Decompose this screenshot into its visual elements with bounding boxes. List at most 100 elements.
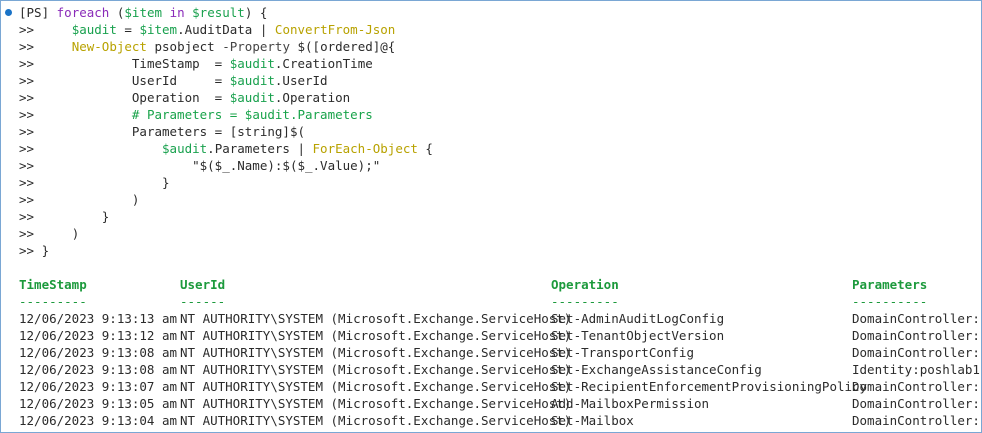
continuation-prompt: >> — [19, 107, 35, 122]
code-token: "$($_.Name):$($_.Value);" — [41, 158, 381, 173]
continuation-prompt: >> — [19, 226, 35, 241]
code-token: $([ordered]@{ — [289, 39, 396, 54]
code-token: ) { — [244, 5, 268, 20]
console-output[interactable]: [PS] foreach ($item in $result) {>> $aud… — [1, 4, 981, 432]
cell-userid: NT AUTHORITY\SYSTEM (Microsoft.Exchange.… — [180, 396, 572, 411]
continuation-prompt: >> — [19, 175, 35, 190]
code-token: } — [41, 243, 50, 258]
cell-timestamp: 12/06/2023 9:13:08 am — [19, 345, 178, 360]
script-line: >> Parameters = [string]$( — [1, 123, 981, 140]
continuation-prompt: >> — [19, 39, 35, 54]
cell-operation: Set-AdminAuditLogConfig — [551, 311, 725, 326]
code-token: $item — [124, 5, 163, 20]
continuation-prompt: >> — [19, 56, 35, 71]
cell-parameters: DomainController:; — [852, 328, 982, 343]
continuation-prompt: >> — [19, 124, 35, 139]
code-token: = — [116, 22, 140, 37]
script-line: >> New-Object psobject -Property $([orde… — [1, 38, 981, 55]
code-token: $item — [139, 22, 178, 37]
cell-userid: NT AUTHORITY\SYSTEM (Microsoft.Exchange.… — [180, 362, 572, 377]
cell-operation: Set-RecipientEnforcementProvisioningPoli… — [551, 379, 868, 394]
separator-timestamp: --------- — [19, 294, 87, 309]
code-token: .AuditData | — [177, 22, 275, 37]
cell-timestamp: 12/06/2023 9:13:08 am — [19, 362, 178, 377]
code-token: { — [417, 141, 433, 156]
code-token: .CreationTime — [274, 56, 373, 71]
code-token: } — [41, 175, 170, 190]
code-token: $audit — [71, 22, 117, 37]
cell-timestamp: 12/06/2023 9:13:13 am — [19, 311, 178, 326]
code-token: } — [41, 209, 110, 224]
cell-timestamp: 12/06/2023 9:13:05 am — [19, 396, 178, 411]
prompt-indicator-icon — [5, 9, 12, 16]
code-token: ConvertFrom-Json — [274, 22, 396, 37]
script-block: [PS] foreach ($item in $result) {>> $aud… — [1, 4, 981, 259]
script-line: >> Operation = $audit.Operation — [1, 89, 981, 106]
code-token: in — [169, 5, 185, 20]
cell-operation: Set-TenantObjectVersion — [551, 328, 725, 343]
script-line: >> } — [1, 208, 981, 225]
code-token: $audit — [162, 141, 208, 156]
table-row: 12/06/2023 9:13:04 am NT AUTHORITY\SYSTEM… — [1, 412, 981, 429]
table-row: 12/06/2023 9:13:08 am NT AUTHORITY\SYSTEM… — [1, 344, 981, 361]
script-line: >> } — [1, 242, 981, 259]
cell-timestamp: 12/06/2023 9:13:07 am — [19, 379, 178, 394]
table-header-row: TimeStamp UserId Operation Parameters — [1, 276, 981, 293]
code-token: ForEach-Object — [312, 141, 418, 156]
cell-parameters: DomainController:; — [852, 379, 982, 394]
separator-parameters: ---------- — [852, 294, 928, 309]
cell-operation: Set-Mailbox — [551, 413, 634, 428]
code-token: Parameters = [string]$( — [41, 124, 305, 139]
cell-parameters: DomainController:; — [852, 345, 982, 360]
table-row: 12/06/2023 9:13:13 am NT AUTHORITY\SYSTEM… — [1, 310, 981, 327]
continuation-prompt: >> — [19, 243, 35, 258]
script-line: [PS] foreach ($item in $result) { — [1, 4, 981, 21]
table-row: 12/06/2023 9:13:12 am NT AUTHORITY\SYSTEM… — [1, 327, 981, 344]
terminal-window: [PS] foreach ($item in $result) {>> $aud… — [0, 0, 982, 433]
cell-userid: NT AUTHORITY\SYSTEM (Microsoft.Exchange.… — [180, 311, 572, 326]
code-token: ( — [109, 5, 125, 20]
code-token: .Operation — [274, 90, 351, 105]
script-line: >> } — [1, 174, 981, 191]
cell-userid: NT AUTHORITY\SYSTEM (Microsoft.Exchange.… — [180, 379, 572, 394]
col-header-timestamp: TimeStamp — [19, 277, 87, 292]
continuation-prompt: >> — [19, 22, 35, 37]
table-row: 12/06/2023 9:13:08 am NT AUTHORITY\SYSTEM… — [1, 361, 981, 378]
col-header-userid: UserId — [180, 277, 226, 292]
code-token: $audit — [229, 90, 275, 105]
script-line: >> $audit.Parameters | ForEach-Object { — [1, 140, 981, 157]
cell-parameters: Identity:poshlab1.o — [852, 362, 982, 377]
cell-operation: Set-ExchangeAssistanceConfig — [551, 362, 762, 377]
script-line: >> TimeStamp = $audit.CreationTime — [1, 55, 981, 72]
script-line: >> ) — [1, 225, 981, 242]
code-token: TimeStamp = — [41, 56, 230, 71]
code-token: UserId = — [41, 73, 230, 88]
script-line: >> $audit = $item.AuditData | ConvertFro… — [1, 21, 981, 38]
code-token: -Property — [222, 39, 290, 54]
continuation-prompt: >> — [19, 192, 35, 207]
code-token: New-Object — [71, 39, 147, 54]
continuation-prompt: >> — [19, 141, 35, 156]
continuation-prompt: >> — [19, 158, 35, 173]
cell-userid: NT AUTHORITY\SYSTEM (Microsoft.Exchange.… — [180, 328, 572, 343]
cell-parameters: DomainController:; — [852, 396, 982, 411]
cell-timestamp: 12/06/2023 9:13:04 am — [19, 413, 178, 428]
code-token: $audit — [229, 73, 275, 88]
code-token: psobject — [146, 39, 223, 54]
script-line: >> UserId = $audit.UserId — [1, 72, 981, 89]
results-table: TimeStamp UserId Operation Parameters --… — [1, 276, 981, 429]
code-token: # Parameters = $audit.Parameters — [131, 107, 373, 122]
cell-timestamp: 12/06/2023 9:13:12 am — [19, 328, 178, 343]
code-token: foreach — [56, 5, 110, 20]
continuation-prompt: >> — [19, 209, 35, 224]
cell-parameters: DomainController:; — [852, 413, 982, 428]
separator-operation: --------- — [551, 294, 619, 309]
table-separator-row: --------- ------ --------- ---------- — [1, 293, 981, 310]
col-header-operation: Operation — [551, 277, 619, 292]
script-line: >> # Parameters = $audit.Parameters — [1, 106, 981, 123]
